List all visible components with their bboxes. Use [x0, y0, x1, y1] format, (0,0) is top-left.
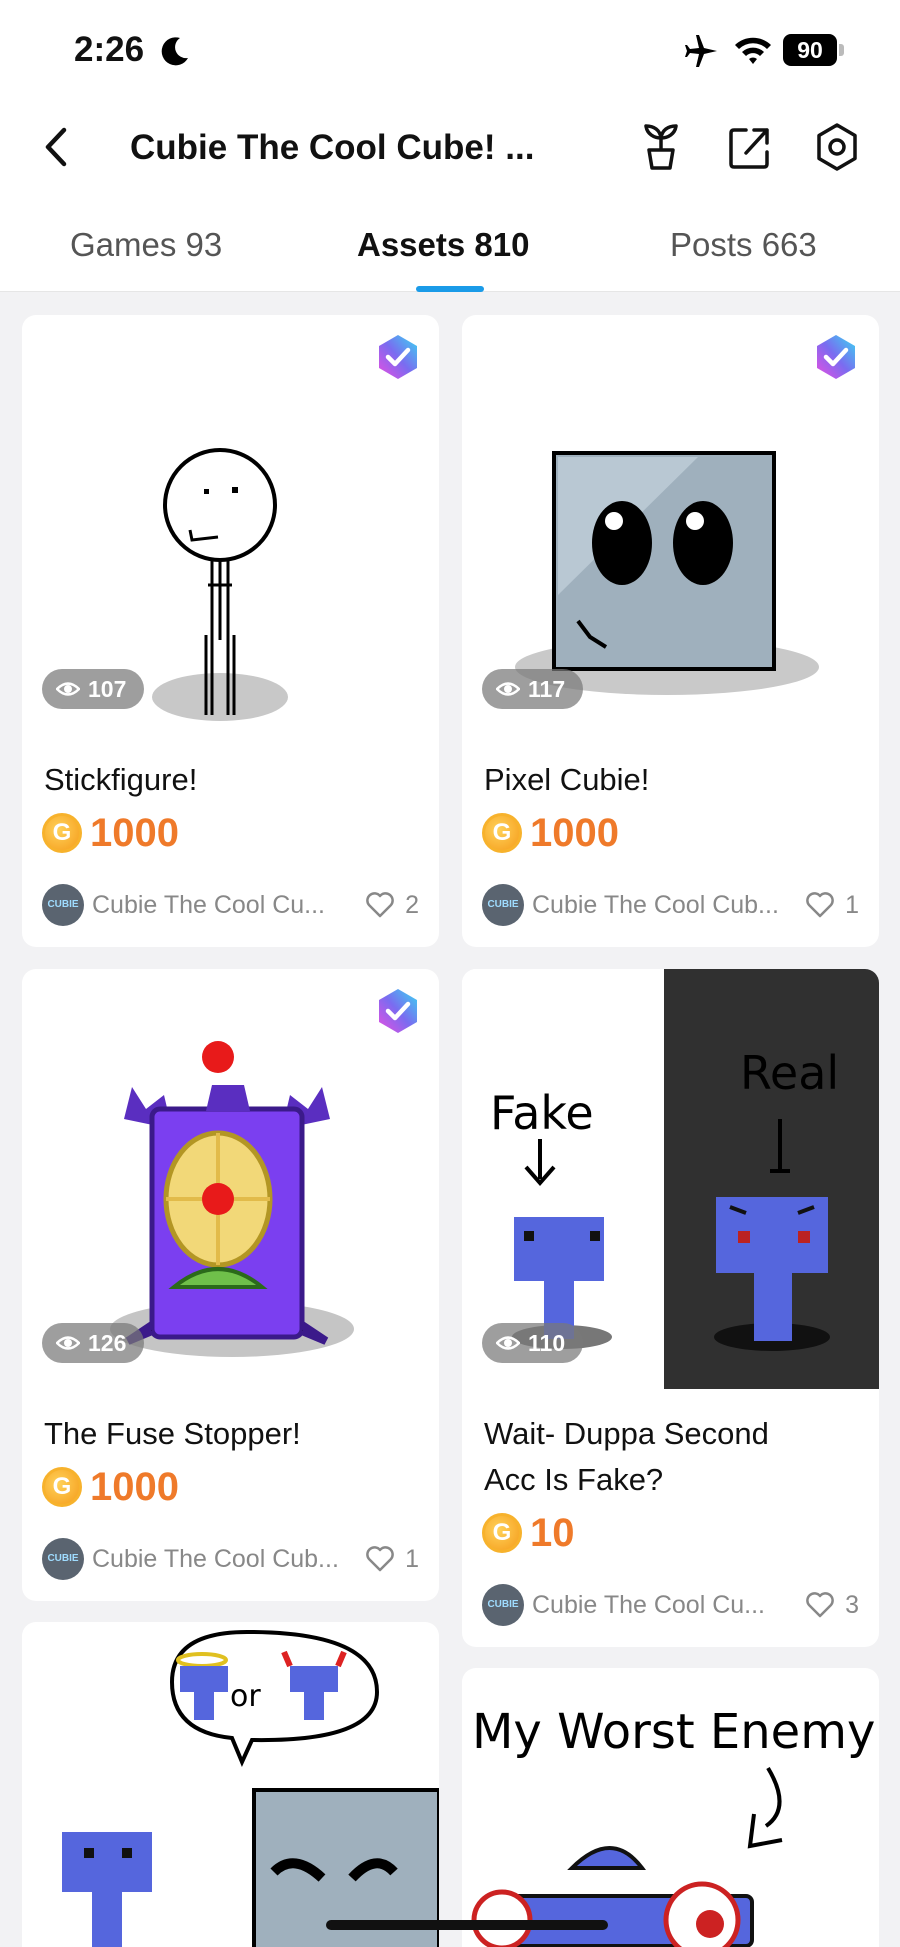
creator-name[interactable]: Cubie The Cool Cub...	[532, 891, 795, 920]
creator-name[interactable]: Cubie The Cool Cu...	[92, 891, 355, 920]
eye-icon	[56, 1336, 80, 1350]
asset-name-line2: Acc Is Fake?	[484, 1462, 664, 1497]
view-count: 107	[88, 676, 127, 702]
like-count: 1	[845, 890, 859, 919]
creator-avatar[interactable]: CUBIE	[482, 884, 524, 926]
active-tab-indicator	[416, 286, 484, 292]
like-count: 2	[405, 890, 419, 919]
price-row: G 1000	[42, 1462, 179, 1512]
header-bar: Cubie The Cool Cube! ...	[0, 110, 900, 186]
asset-card-pixel-cubie[interactable]: 117 Pixel Cubie! G 1000 CUBIE Cubie The …	[462, 315, 879, 947]
eye-icon	[496, 1336, 520, 1350]
creator-avatar[interactable]: CUBIE	[482, 1584, 524, 1626]
heart-icon	[806, 1592, 834, 1618]
eye-icon	[496, 682, 520, 696]
wifi-icon	[735, 37, 771, 64]
battery-indicator: 90	[783, 34, 845, 66]
price-value: 1000	[90, 1464, 179, 1509]
asset-thumbnail: or	[62, 1629, 439, 1947]
moon-icon	[161, 37, 188, 66]
status-time: 2:26	[74, 30, 145, 69]
like-count: 1	[405, 1544, 419, 1573]
creator-name[interactable]: Cubie The Cool Cub...	[92, 1545, 355, 1574]
settings-hexagon-icon[interactable]	[812, 120, 862, 174]
coin-icon: G	[482, 813, 522, 853]
heart-icon	[366, 892, 394, 918]
art-text-fake: Fake	[490, 1086, 594, 1140]
asset-name: Stickfigure!	[44, 762, 198, 797]
airplane-mode-icon	[685, 35, 717, 67]
creator-row: CUBIE Cubie The Cool Cu... 3	[482, 1583, 859, 1627]
tab-posts[interactable]: Posts 663	[670, 226, 817, 264]
like-button[interactable]: 1	[805, 891, 859, 920]
tab-games[interactable]: Games 93	[70, 226, 222, 264]
verified-badge-icon	[379, 335, 417, 379]
verified-badge-icon	[817, 335, 855, 379]
page-title: Cubie The Cool Cube! ...	[130, 128, 535, 167]
creator-avatar[interactable]: CUBIE	[42, 884, 84, 926]
view-count-badge: 107	[42, 669, 145, 709]
eye-icon	[56, 682, 80, 696]
plant-icon[interactable]	[636, 120, 686, 174]
battery-nub	[839, 44, 844, 56]
view-count-badge: 126	[42, 1323, 145, 1363]
coin-icon: G	[482, 1513, 522, 1553]
art-text-or: or	[230, 1679, 261, 1714]
asset-thumbnail: My Worst Enemy	[471, 1704, 875, 1947]
asset-card-worst-enemy[interactable]: My Worst Enemy	[462, 1668, 879, 1947]
price-value: 10	[530, 1510, 575, 1555]
price-value: 1000	[530, 810, 619, 855]
tab-bar: Games 93 Assets 810 Posts 663	[0, 218, 900, 292]
heart-icon	[366, 1546, 394, 1572]
share-icon[interactable]	[724, 120, 774, 174]
view-count-badge: 117	[482, 669, 584, 709]
creator-row: CUBIE Cubie The Cool Cub... 1	[482, 883, 859, 927]
price-row: G 10	[482, 1508, 575, 1558]
price-row: G 1000	[482, 808, 619, 858]
coin-icon: G	[42, 813, 82, 853]
asset-card-angel-devil[interactable]: or	[22, 1622, 439, 1947]
creator-row: CUBIE Cubie The Cool Cub... 1	[42, 1537, 419, 1581]
creator-avatar[interactable]: CUBIE	[42, 1538, 84, 1580]
home-indicator[interactable]	[326, 1920, 608, 1930]
back-arrow-icon[interactable]	[36, 122, 76, 172]
asset-name-line1: Wait- Duppa Second	[484, 1416, 769, 1451]
asset-name: The Fuse Stopper!	[44, 1416, 301, 1451]
asset-card-fuse-stopper[interactable]: 126 The Fuse Stopper! G 1000 CUBIE Cubie…	[22, 969, 439, 1601]
asset-card-duppa-fake[interactable]: Fake Real 110 Wait- Duppa Second Acc Is …	[462, 969, 879, 1647]
asset-name: Pixel Cubie!	[484, 762, 650, 797]
view-count: 110	[528, 1330, 566, 1356]
view-count-badge: 110	[482, 1323, 584, 1363]
art-text-real: Real	[740, 1046, 839, 1100]
price-row: G 1000	[42, 808, 179, 858]
like-count: 3	[845, 1590, 859, 1619]
heart-icon	[806, 892, 834, 918]
battery-level: 90	[783, 34, 837, 66]
like-button[interactable]: 2	[365, 891, 419, 920]
top-area: 2:26 90 Cubie The Cool Cube! ... Games 9…	[0, 0, 900, 292]
art-text-worst-enemy: My Worst Enemy	[472, 1704, 875, 1760]
status-bar: 2:26 90	[0, 0, 900, 100]
verified-badge-icon	[379, 989, 417, 1033]
asset-card-stickfigure[interactable]: 107 Stickfigure! G 1000 CUBIE Cubie The …	[22, 315, 439, 947]
tab-assets[interactable]: Assets 810	[357, 226, 529, 264]
like-button[interactable]: 1	[365, 1545, 419, 1574]
coin-icon: G	[42, 1467, 82, 1507]
view-count: 117	[528, 676, 566, 702]
price-value: 1000	[90, 810, 179, 855]
view-count: 126	[88, 1330, 127, 1356]
like-button[interactable]: 3	[805, 1591, 859, 1620]
creator-row: CUBIE Cubie The Cool Cu... 2	[42, 883, 419, 927]
creator-name[interactable]: Cubie The Cool Cu...	[532, 1591, 795, 1620]
